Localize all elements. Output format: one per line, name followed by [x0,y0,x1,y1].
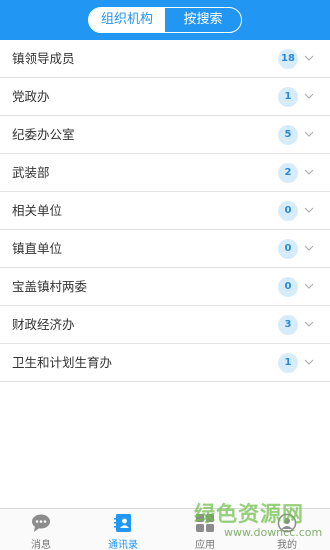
bottom-navigation: 消息 通讯录 应用 我的 [0,508,330,550]
nav-tab-apps[interactable]: 应用 [164,509,246,550]
department-row[interactable]: 镇直单位 0 [0,230,330,268]
chat-bubble-icon [32,514,50,532]
department-name: 武装部 [12,165,50,180]
department-row[interactable]: 财政经济办 3 [0,306,330,344]
department-name: 党政办 [12,89,50,104]
tab-organization[interactable]: 组织机构 [89,8,165,32]
department-name: 镇领导成员 [12,51,75,66]
chevron-down-icon [304,283,314,289]
nav-tab-contacts[interactable]: 通讯录 [82,509,164,550]
member-count-badge: 18 [278,49,298,69]
department-row[interactable]: 纪委办公室 5 [0,116,330,154]
chevron-down-icon [304,207,314,213]
member-count-badge: 2 [278,163,298,183]
member-count-badge: 5 [278,125,298,145]
person-icon [277,513,297,533]
nav-tab-messages[interactable]: 消息 [0,509,82,550]
tab-search[interactable]: 按搜索 [165,8,241,32]
department-name: 相关单位 [12,203,63,218]
chevron-down-icon [304,131,314,137]
contacts-icon [114,514,131,532]
nav-tab-label: 应用 [195,540,215,550]
department-row[interactable]: 党政办 1 [0,78,330,116]
nav-tab-label: 通讯录 [108,540,138,550]
member-count-badge: 0 [278,201,298,221]
apps-grid-icon [196,514,214,532]
member-count-badge: 1 [278,353,298,373]
chevron-down-icon [304,359,314,365]
department-name: 宝盖镇村两委 [12,279,88,294]
member-count-badge: 0 [278,277,298,297]
top-bar: 组织机构 按搜索 [0,0,330,40]
chevron-down-icon [304,169,314,175]
department-row[interactable]: 相关单位 0 [0,192,330,230]
chevron-down-icon [304,321,314,327]
department-name: 卫生和计划生育办 [12,355,113,370]
department-name: 财政经济办 [12,317,75,332]
chevron-down-icon [304,93,314,99]
nav-tab-label: 消息 [31,540,51,550]
member-count-badge: 0 [278,239,298,259]
chevron-down-icon [304,55,314,61]
nav-tab-profile[interactable]: 我的 [246,509,328,550]
nav-tab-label: 我的 [277,540,297,550]
department-row[interactable]: 宝盖镇村两委 0 [0,268,330,306]
department-row[interactable]: 镇领导成员 18 [0,40,330,78]
member-count-badge: 1 [278,87,298,107]
department-name: 镇直单位 [12,241,63,256]
department-row[interactable]: 卫生和计划生育办 1 [0,344,330,382]
department-name: 纪委办公室 [12,127,75,142]
chevron-down-icon [304,245,314,251]
department-row[interactable]: 武装部 2 [0,154,330,192]
member-count-badge: 3 [278,315,298,335]
department-list: 镇领导成员 18 党政办 1 纪委办公室 5 武装部 2 相关单位 0 镇直单位… [0,40,330,382]
segmented-control: 组织机构 按搜索 [88,7,242,33]
app-screen: 组织机构 按搜索 镇领导成员 18 党政办 1 纪委办公室 5 武装部 2 相关… [0,0,330,550]
